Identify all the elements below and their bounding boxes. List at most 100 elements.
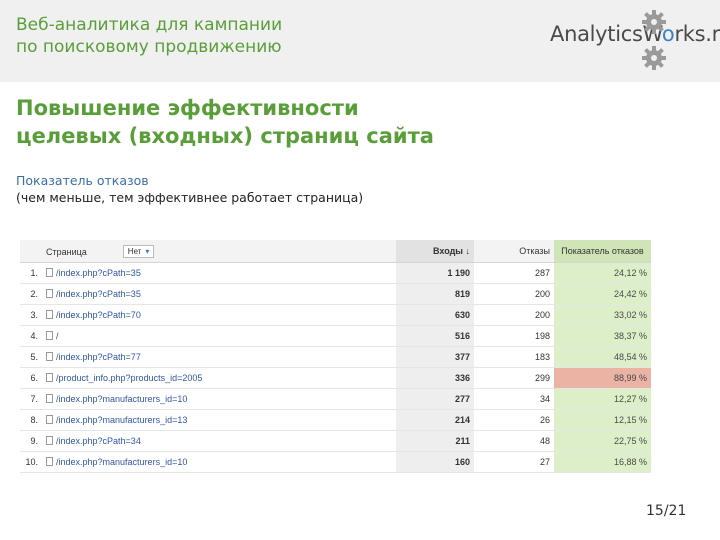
row-bounce-rate: 12,15 %: [554, 409, 651, 431]
row-page-link[interactable]: /index.php?manufacturers_id=10: [56, 394, 187, 404]
row-bounce-rate: 48,54 %: [554, 346, 651, 368]
row-page-link[interactable]: /index.php?cPath=35: [56, 268, 141, 278]
slide-title-line2: целевых (входных) страниц сайта: [16, 124, 434, 148]
row-page-cell[interactable]: /index.php?cPath=77: [42, 346, 396, 368]
row-page-cell[interactable]: /index.php?cPath=35: [42, 283, 396, 305]
row-bounces: 200: [474, 304, 554, 326]
page-link-icon[interactable]: [46, 268, 53, 277]
report-table: Страница Нет ▾ Входы ↓ Отказы Показатель о…: [20, 240, 651, 473]
row-page-link[interactable]: /index.php?cPath=70: [56, 310, 141, 320]
row-entrances: 214: [396, 409, 474, 431]
row-index: 6.: [20, 367, 42, 389]
row-entrances: 160: [396, 451, 474, 473]
page-link-icon[interactable]: [46, 436, 53, 445]
row-page-link[interactable]: /index.php?cPath=34: [56, 436, 141, 446]
row-page-cell[interactable]: /index.php?manufacturers_id=13: [42, 409, 396, 431]
row-page-cell[interactable]: /index.php?cPath=70: [42, 304, 396, 326]
landing-pages-report: Страница Нет ▾ Входы ↓ Отказы Показатель о…: [20, 240, 651, 473]
subtitle-note: (чем меньше, тем эффективнее работает ст…: [16, 190, 364, 205]
table-row: 5. /index.php?cPath=77 377 183 48,54 %: [20, 346, 651, 368]
row-bounce-rate: 22,75 %: [554, 430, 651, 452]
row-bounces: 26: [474, 409, 554, 431]
secondary-dimension-select[interactable]: Нет ▾: [122, 244, 155, 258]
col-entrances-label: Входы: [433, 246, 463, 256]
table-row: 6. /product_info.php?products_id=2005 336 2…: [20, 367, 651, 389]
row-bounces: 48: [474, 430, 554, 452]
slide-title-line1: Повышение эффективности: [16, 96, 359, 120]
row-entrances: 336: [396, 367, 474, 389]
row-bounces: 34: [474, 388, 554, 410]
page-link-icon[interactable]: [46, 289, 53, 298]
page-link-icon[interactable]: [46, 394, 53, 403]
slide-header: Веб-аналитика для кампании по поисковому…: [0, 0, 720, 82]
header-title: Веб-аналитика для кампании по поисковому…: [16, 14, 436, 58]
row-page-cell[interactable]: /: [42, 325, 396, 347]
row-index: 2.: [20, 283, 42, 305]
col-index: [20, 240, 42, 263]
page-link-icon[interactable]: [46, 331, 53, 340]
header-title-line2: по поисковому продвижению: [16, 37, 282, 57]
table-header-row: Страница Нет ▾ Входы ↓ Отказы Показатель о…: [20, 240, 651, 263]
row-page-cell[interactable]: /index.php?cPath=35: [42, 262, 396, 284]
table-body: 1. /index.php?cPath=35 1 190 287 24,12 % 2. /i…: [20, 262, 651, 473]
table-row: 3. /index.php?cPath=70 630 200 33,02 %: [20, 304, 651, 326]
col-bounces[interactable]: Отказы: [474, 240, 554, 263]
row-bounce-rate: 12,27 %: [554, 388, 651, 410]
row-page-cell[interactable]: /index.php?manufacturers_id=10: [42, 388, 396, 410]
slide-title: Повышение эффективности целевых (входных…: [16, 94, 696, 150]
table-row: 4. / 516 198 38,37 %: [20, 325, 651, 347]
row-page-link[interactable]: /index.php?cPath=77: [56, 352, 141, 362]
row-index: 9.: [20, 430, 42, 452]
row-bounces: 299: [474, 367, 554, 389]
row-bounce-rate: 24,12 %: [554, 262, 651, 284]
table-row: 7. /index.php?manufacturers_id=10 277 34 12,…: [20, 388, 651, 410]
table-row: 8. /index.php?manufacturers_id=13 214 26 12,…: [20, 409, 651, 431]
filter-value: Нет: [127, 246, 142, 256]
row-bounces: 287: [474, 262, 554, 284]
page-link-icon[interactable]: [46, 415, 53, 424]
row-index: 8.: [20, 409, 42, 431]
row-page-link[interactable]: /index.php?manufacturers_id=10: [56, 457, 187, 467]
row-index: 1.: [20, 262, 42, 284]
row-page-link[interactable]: /index.php?manufacturers_id=13: [56, 415, 187, 425]
col-entrances[interactable]: Входы ↓: [396, 240, 474, 263]
row-page-cell[interactable]: /index.php?manufacturers_id=10: [42, 451, 396, 473]
row-bounce-rate: 88,99 %: [554, 367, 651, 389]
row-entrances: 211: [396, 430, 474, 452]
row-entrances: 516: [396, 325, 474, 347]
logo-suffix: rks.ru: [674, 22, 720, 46]
row-entrances: 277: [396, 388, 474, 410]
row-index: 10.: [20, 451, 42, 473]
page-link-icon[interactable]: [46, 352, 53, 361]
row-bounce-rate: 33,02 %: [554, 304, 651, 326]
row-index: 5.: [20, 346, 42, 368]
page-link-icon[interactable]: [46, 373, 53, 382]
row-page-cell[interactable]: /index.php?cPath=34: [42, 430, 396, 452]
page-link-icon[interactable]: [46, 310, 53, 319]
table-row: 10. /index.php?manufacturers_id=10 160 27 16…: [20, 451, 651, 473]
page-link-icon[interactable]: [46, 457, 53, 466]
row-bounce-rate: 16,88 %: [554, 451, 651, 473]
chevron-down-icon: ▾: [145, 246, 150, 256]
row-bounce-rate: 38,37 %: [554, 325, 651, 347]
row-entrances: 819: [396, 283, 474, 305]
col-bounce-rate[interactable]: Показатель отказов: [554, 240, 651, 263]
row-index: 7.: [20, 388, 42, 410]
row-page-cell[interactable]: /product_info.php?products_id=2005: [42, 367, 396, 389]
row-bounces: 183: [474, 346, 554, 368]
row-page-link[interactable]: /product_info.php?products_id=2005: [56, 373, 202, 383]
header-title-line1: Веб-аналитика для кампании: [16, 15, 283, 35]
row-page-link[interactable]: /: [56, 331, 59, 341]
page-number: 15/21: [646, 503, 687, 519]
row-entrances: 377: [396, 346, 474, 368]
row-index: 4.: [20, 325, 42, 347]
row-entrances: 1 190: [396, 262, 474, 284]
subtitle-metric: Показатель отказов: [16, 173, 149, 188]
table-row: 2. /index.php?cPath=35 819 200 24,42 %: [20, 283, 651, 305]
row-bounces: 200: [474, 283, 554, 305]
row-bounces: 27: [474, 451, 554, 473]
row-index: 3.: [20, 304, 42, 326]
row-page-link[interactable]: /index.php?cPath=35: [56, 289, 141, 299]
col-page[interactable]: Страница Нет ▾: [42, 240, 396, 263]
analyticsworks-logo: AnalyticsWorks.ru: [550, 22, 720, 52]
